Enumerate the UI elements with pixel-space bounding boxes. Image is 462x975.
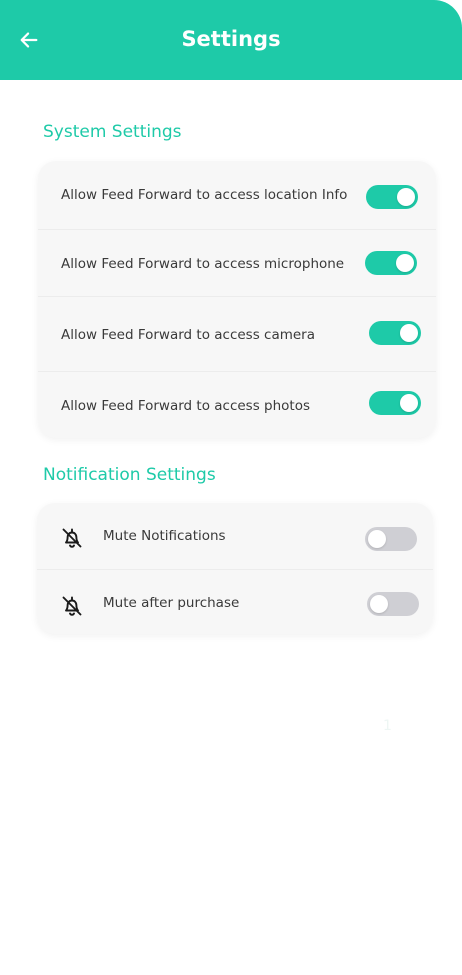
microphone-toggle[interactable]	[365, 251, 417, 275]
setting-label-microphone: Allow Feed Forward to access microphone	[61, 255, 345, 272]
notification-row-mute-purchase: Mute after purchase	[37, 569, 433, 634]
setting-label-photos: Allow Feed Forward to access photos	[61, 397, 311, 414]
setting-row-microphone: Allow Feed Forward to access microphone	[38, 229, 436, 297]
notification-label-mute-purchase: Mute after purchase	[103, 594, 240, 611]
mute-after-purchase-toggle[interactable]	[367, 592, 419, 616]
toggle-knob	[400, 394, 418, 412]
toggle-knob	[400, 324, 418, 342]
photos-toggle[interactable]	[369, 391, 421, 415]
bell-off-icon	[59, 525, 85, 551]
setting-row-camera: Allow Feed Forward to access camera	[38, 296, 436, 372]
notification-row-mute: Mute Notifications	[37, 503, 433, 569]
notification-settings-heading: Notification Settings	[43, 465, 216, 485]
notification-label-mute: Mute Notifications	[103, 528, 226, 544]
toggle-knob	[368, 530, 386, 548]
location-toggle[interactable]	[366, 185, 418, 209]
page-indicator: 1	[383, 718, 392, 734]
setting-row-photos: Allow Feed Forward to access photos	[38, 371, 436, 438]
system-settings-card: Allow Feed Forward to access location In…	[38, 161, 436, 438]
camera-toggle[interactable]	[369, 321, 421, 345]
mute-notifications-toggle[interactable]	[365, 527, 417, 551]
toggle-knob	[370, 595, 388, 613]
app-header: Settings	[0, 0, 462, 80]
setting-row-location: Allow Feed Forward to access location In…	[38, 161, 436, 229]
setting-label-location: Allow Feed Forward to access location In…	[61, 187, 348, 203]
toggle-knob	[396, 254, 414, 272]
page-title: Settings	[181, 27, 281, 51]
notification-settings-card: Mute Notifications Mute after purchase	[37, 503, 433, 634]
bell-off-icon	[59, 593, 85, 619]
toggle-knob	[397, 188, 415, 206]
setting-label-camera: Allow Feed Forward to access camera	[61, 326, 316, 343]
system-settings-heading: System Settings	[43, 122, 182, 142]
